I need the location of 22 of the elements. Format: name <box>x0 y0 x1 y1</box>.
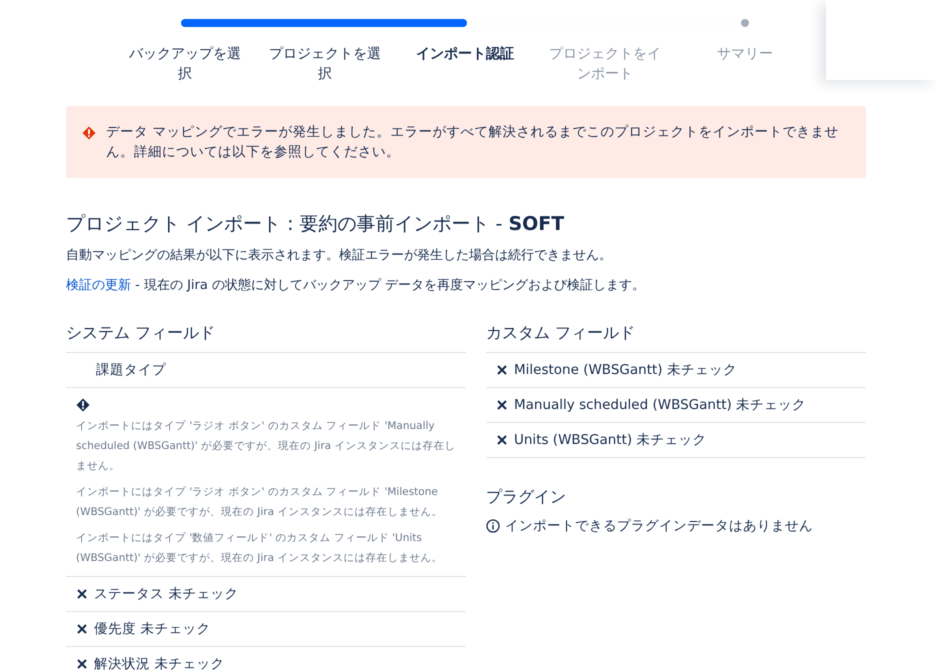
section-heading: カスタム フィールド <box>486 322 636 344</box>
error-message: インポートにはタイプ '数値フィールド' のカスタム フィールド 'Units (WBSGantt)' が必要ですが、現在の Jira インスタンスには存在しません。 <box>76 531 444 566</box>
step-label[interactable]: インポート認証 <box>405 44 525 64</box>
plugin-message: インポートできるプラグインデータはありません <box>505 517 813 536</box>
section-heading: システム フィールド <box>66 322 216 344</box>
field-label: Manually scheduled (WBSGantt) 未チェック <box>514 396 806 415</box>
field-label: 課題タイプ <box>95 361 166 380</box>
section-heading: プラグイン <box>486 486 567 508</box>
error-message: インポートにはタイプ 'ラジオ ボタン' のカスタム フィールド 'Manually scheduled (WBSGantt)' が必要ですが、現在の Jira インスタンスには存在しません。 <box>76 419 456 474</box>
page-title: プロジェクト インポート : 要約の事前インポート - SOFT <box>66 212 566 236</box>
field-label: Milestone (WBSGantt) 未チェック <box>514 361 737 380</box>
description: 自動マッピングの結果が以下に表示されます。検証エラーが発生した場合は続行できません。 <box>66 247 613 265</box>
refresh-text: 検証の更新 - 現在の Jira の状態に対してバックアップ データを再度マッピングおよび検証します。 <box>66 277 646 295</box>
field-label: Units (WBSGantt) 未チェック <box>514 431 706 450</box>
field-label: 優先度 未チェック <box>94 620 210 639</box>
field-label: 解決状況 未チェック <box>94 655 224 670</box>
alert-text: データ マッピングでエラーが発生しました。エラーがすべて解決されるまでこのプロジェクトをインポートできません。詳細については以下を参照してください。 <box>106 123 840 162</box>
refresh-link[interactable]: 検証の更新 <box>66 278 131 293</box>
error-message: インポートにはタイプ 'ラジオ ボタン' のカスタム フィールド 'Milestone (WBSGantt)' が必要ですが、現在の Jira インスタンスには存在しません。 <box>76 485 444 520</box>
step-label[interactable]: バックアップを選択 <box>125 44 245 84</box>
field-label: ステータス 未チェック <box>94 585 238 604</box>
step-label[interactable]: プロジェクトを選択 <box>265 44 385 84</box>
